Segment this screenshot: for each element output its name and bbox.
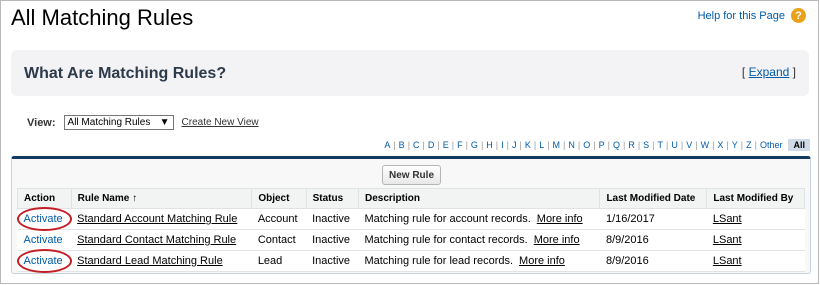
modified-by-link[interactable]: LSant (713, 213, 742, 225)
activate-link[interactable]: Activate (24, 234, 63, 246)
expand-bracket-close: ] (792, 65, 796, 79)
alpha-filter-q[interactable]: Q (610, 140, 623, 150)
expand-bracket-open: [ (741, 65, 746, 79)
expand-control: [ Expand ] (742, 65, 796, 79)
new-rule-button[interactable]: New Rule (382, 165, 442, 185)
column-header: Last Modified Date (599, 188, 708, 209)
description-text: Matching rule for contact records. (364, 234, 528, 246)
status-cell: Inactive (306, 208, 359, 230)
more-info-link[interactable]: More info (537, 213, 583, 225)
rules-table: Action Rule Name ↑ Object Status Description… (17, 188, 805, 272)
table-row: Activate Standard Contact Matching Rule Co… (17, 229, 805, 251)
expand-link[interactable]: Expand (749, 65, 790, 79)
alpha-filter-b[interactable]: B (396, 140, 408, 150)
page-title: All Matching Rules (11, 5, 194, 30)
object-cell: Contact (251, 229, 307, 251)
column-header: Description (357, 188, 601, 209)
annotation-circle (16, 207, 72, 231)
rules-list-panel: New Rule Action Rule Name ↑ Object Status De… (11, 156, 811, 274)
object-cell: Lead (251, 250, 307, 272)
more-info-link[interactable]: More info (519, 255, 565, 267)
action-cell: Activate (17, 229, 72, 251)
alpha-filter-all[interactable]: All (788, 139, 810, 151)
alpha-filter-x[interactable]: X (714, 140, 726, 150)
object-cell: Account (251, 208, 307, 230)
alpha-filter-o[interactable]: O (580, 140, 593, 150)
alpha-filter-u[interactable]: U (668, 140, 681, 150)
chevron-down-icon: ▼ (159, 117, 170, 128)
table-row: Activate Standard Lead Matching Rule Lead I… (17, 250, 805, 272)
description-text: Matching rule for account records. (364, 213, 531, 225)
alpha-filter-t[interactable]: T (655, 140, 667, 150)
info-section: What Are Matching Rules? [ Expand ] (11, 50, 809, 96)
alphabet-filter: A | B | C | D | E | F | G | H | I | J | K | L | M | N | O | P | Q | R | S | T |… (381, 139, 810, 151)
rule-name-link[interactable]: Standard Account Matching Rule (77, 213, 237, 225)
view-label: View: (27, 116, 56, 129)
description-cell: Matching rule for account records. More i… (358, 208, 600, 230)
rule-name-cell: Standard Account Matching Rule (71, 208, 252, 230)
table-row: Activate Standard Account Matching Rule Ac… (17, 208, 805, 230)
column-header[interactable]: Rule Name ↑ (70, 188, 253, 209)
help-link[interactable]: Help for this Page (698, 10, 785, 22)
view-select-value: All Matching Rules (67, 117, 151, 128)
alpha-filter-z[interactable]: Z (743, 140, 755, 150)
view-select[interactable]: All Matching Rules ▼ (63, 115, 174, 130)
rule-name-cell: Standard Contact Matching Rule (71, 229, 252, 251)
alpha-filter-i[interactable]: I (498, 140, 507, 150)
rule-name-link[interactable]: Standard Contact Matching Rule (77, 234, 236, 246)
column-header: Status (305, 188, 359, 209)
alpha-filter-k[interactable]: K (522, 140, 534, 150)
date-cell: 8/9/2016 (599, 229, 707, 251)
annotation-circle (16, 249, 72, 273)
status-cell: Inactive (306, 229, 359, 251)
info-title: What Are Matching Rules? (24, 65, 227, 82)
help-icon[interactable]: ? (791, 8, 806, 23)
alpha-filter-c[interactable]: C (410, 140, 423, 150)
alpha-filter-other[interactable]: Other (757, 140, 786, 150)
alpha-filter-s[interactable]: S (640, 140, 652, 150)
description-cell: Matching rule for contact records. More i… (358, 229, 600, 251)
help-area: Help for this Page ? (698, 8, 806, 23)
modified-by-link[interactable]: LSant (713, 234, 742, 246)
rule-name-link[interactable]: Standard Lead Matching Rule (77, 255, 223, 267)
alpha-filter-r[interactable]: R (625, 140, 638, 150)
alpha-filter-f[interactable]: F (454, 140, 466, 150)
alpha-filter-w[interactable]: W (698, 140, 713, 150)
alpha-filter-h[interactable]: H (483, 140, 496, 150)
more-info-link[interactable]: More info (534, 234, 580, 246)
modified-by-cell: LSant (706, 208, 805, 230)
alpha-filter-g[interactable]: G (468, 140, 481, 150)
alpha-filter-y[interactable]: Y (729, 140, 741, 150)
column-header: Object (251, 188, 307, 209)
column-header: Action (17, 188, 72, 209)
description-text: Matching rule for lead records. (364, 255, 514, 267)
view-row: View: All Matching Rules ▼ Create New Vi… (27, 115, 259, 130)
alpha-filter-n[interactable]: N (565, 140, 578, 150)
rule-name-cell: Standard Lead Matching Rule (71, 250, 252, 272)
table-header-row: Action Rule Name ↑ Object Status Description… (17, 188, 805, 209)
create-new-view-link[interactable]: Create New View (182, 117, 259, 128)
alpha-filter-e[interactable]: E (440, 140, 452, 150)
description-cell: Matching rule for lead records. More info (358, 250, 600, 272)
modified-by-cell: LSant (706, 250, 805, 272)
alpha-filter-p[interactable]: P (596, 140, 608, 150)
modified-by-link[interactable]: LSant (713, 255, 742, 267)
status-cell: Inactive (306, 250, 359, 272)
alpha-filter-j[interactable]: J (509, 140, 520, 150)
alpha-filter-d[interactable]: D (425, 140, 438, 150)
alpha-filter-m[interactable]: M (550, 140, 564, 150)
alpha-filter-a[interactable]: A (381, 140, 393, 150)
modified-by-cell: LSant (706, 229, 805, 251)
alpha-filter-l[interactable]: L (536, 140, 547, 150)
alpha-filter-v[interactable]: V (683, 140, 695, 150)
column-header: Last Modified By (706, 188, 805, 209)
date-cell: 8/9/2016 (599, 250, 707, 272)
date-cell: 1/16/2017 (599, 208, 707, 230)
